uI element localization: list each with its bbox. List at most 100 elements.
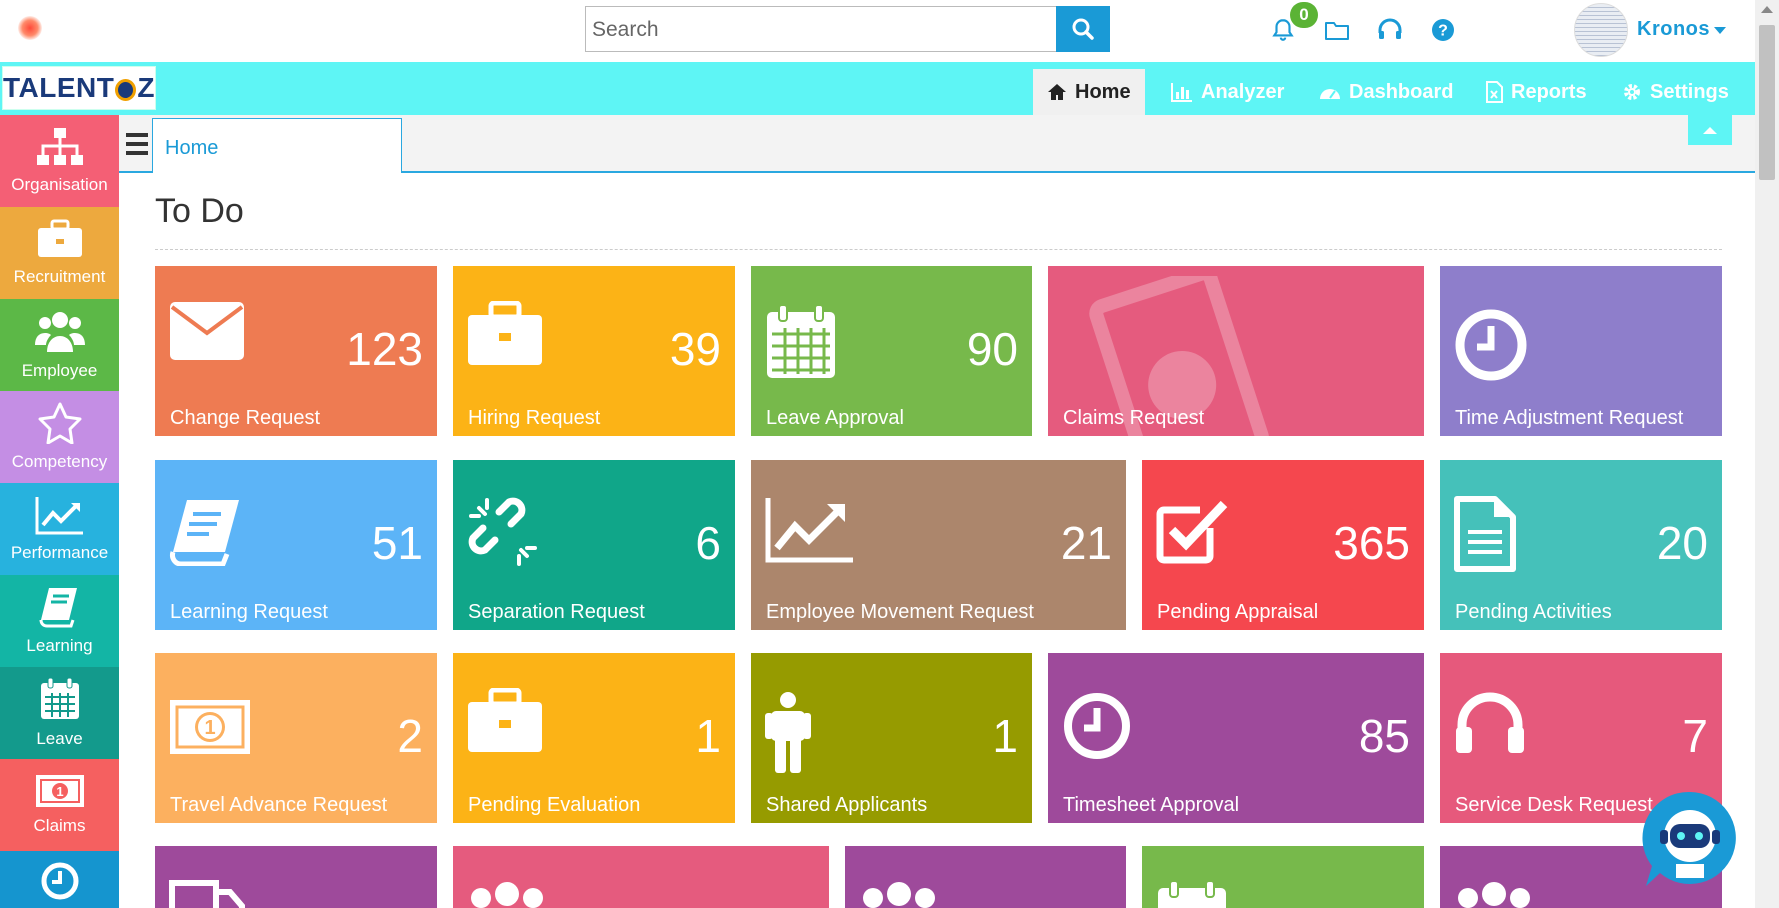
tile-label: Learning Request [170, 601, 328, 623]
nav-reports[interactable]: Reports [1471, 69, 1601, 115]
bar-chart-icon [1171, 83, 1192, 102]
nav-home-label: Home [1075, 80, 1131, 103]
clock-icon [41, 862, 78, 900]
tile-employee-movement-request[interactable]: 21 Employee Movement Request [751, 460, 1126, 630]
avatar[interactable] [1574, 3, 1628, 57]
tile-pending-appraisal[interactable]: 365 Pending Appraisal [1142, 460, 1424, 630]
scrollbar-thumb[interactable] [1759, 25, 1775, 180]
tile-learning-request[interactable]: 51 Learning Request [155, 460, 437, 630]
home-icon [1048, 84, 1066, 100]
folder-icon [1325, 22, 1349, 40]
nav-analyzer-label: Analyzer [1201, 80, 1285, 103]
chatbot-button[interactable] [1640, 790, 1740, 890]
nav-settings[interactable]: Settings [1608, 69, 1743, 115]
tile-row4-2[interactable] [453, 846, 829, 908]
truck-icon [169, 880, 245, 908]
svg-text:?: ? [1438, 23, 1448, 40]
calendar-icon [767, 304, 835, 378]
tile-count: 2 [397, 710, 423, 762]
sidebar-item-label: Employee [21, 361, 98, 380]
users-icon [34, 312, 85, 352]
sidebar-item-competency[interactable]: Competency [0, 391, 119, 483]
tile-travel-advance-request[interactable]: 1 2 Travel Advance Request [155, 653, 437, 823]
chevron-down-icon[interactable] [1714, 27, 1726, 34]
tile-count: 51 [371, 517, 423, 569]
sidebar-item-learning[interactable]: Learning [0, 575, 119, 667]
tile-label: Shared Applicants [766, 794, 928, 816]
users-icon [471, 882, 543, 908]
tile-label: Separation Request [468, 601, 645, 623]
tile-time-adjustment-request[interactable]: Time Adjustment Request [1440, 266, 1722, 436]
search-button[interactable] [1056, 6, 1110, 52]
tile-label: Leave Approval [766, 407, 904, 429]
tile-separation-request[interactable]: 6 Separation Request [453, 460, 735, 630]
sidebar-item-claims[interactable]: 1 Claims [0, 759, 119, 851]
sidebar-item-label: Recruitment [13, 267, 106, 286]
tile-row4-4[interactable] [1142, 846, 1424, 908]
chart-line-icon [765, 498, 853, 563]
user-name[interactable]: Kronos [1637, 18, 1710, 41]
nav-dashboard[interactable]: Dashboard [1305, 69, 1467, 115]
org-chart-icon [36, 128, 83, 165]
search-icon [1072, 18, 1094, 40]
tile-label: Pending Appraisal [1157, 601, 1319, 623]
sidebar-item-employee[interactable]: Employee [0, 299, 119, 391]
tile-count: 1 [695, 710, 721, 762]
tile-leave-approval[interactable]: 90 Leave Approval [751, 266, 1032, 436]
tile-label: Hiring Request [468, 407, 601, 429]
tab-home[interactable]: Home [152, 118, 402, 173]
sidebar-item-label: Competency [11, 452, 108, 471]
gear-icon [1624, 84, 1640, 100]
notification-count-badge: 0 [1290, 2, 1318, 28]
sidebar: Organisation Recruitment Employee Compet… [0, 115, 119, 908]
calendar-icon [40, 677, 79, 719]
tile-pending-evaluation[interactable]: 1 Pending Evaluation [453, 653, 735, 823]
sidebar-item-organisation[interactable]: Organisation [0, 115, 119, 207]
tile-claims-request[interactable]: Claims Request [1048, 266, 1424, 436]
money-icon: 1 [35, 775, 84, 807]
sidebar-item-recruitment[interactable]: Recruitment [0, 207, 119, 299]
tile-row4-3[interactable] [845, 846, 1126, 908]
tile-hiring-request[interactable]: 39 Hiring Request [453, 266, 735, 436]
tile-shared-applicants[interactable]: 1 Shared Applicants [751, 653, 1032, 823]
collapse-button[interactable] [1688, 115, 1732, 145]
nav-analyzer[interactable]: Analyzer [1157, 69, 1298, 115]
book-icon [39, 588, 77, 628]
sidebar-item-leave[interactable]: Leave [0, 667, 119, 759]
app-logo-icon[interactable] [18, 16, 42, 40]
sidebar-item-label: Organisation [11, 175, 108, 194]
svg-text:1: 1 [204, 717, 215, 739]
menu-toggle-icon[interactable] [126, 133, 148, 155]
divider [155, 249, 1722, 250]
tile-pending-activities[interactable]: 20 Pending Activities [1440, 460, 1722, 630]
support-button[interactable] [1376, 16, 1404, 44]
sidebar-item-time[interactable] [0, 851, 119, 908]
document-icon [1454, 496, 1516, 572]
tile-row4-1[interactable] [155, 846, 437, 908]
tile-change-request[interactable]: 123 Change Request [155, 266, 437, 436]
sidebar-item-label: Claims [33, 816, 86, 835]
tile-timesheet-approval[interactable]: 85 Timesheet Approval [1048, 653, 1424, 823]
folder-button[interactable] [1323, 16, 1351, 44]
chevron-up-icon [1703, 126, 1717, 134]
scroll-up-icon[interactable] [1761, 6, 1773, 13]
sidebar-item-label: Leave [36, 729, 83, 748]
envelope-icon [170, 302, 244, 360]
sidebar-item-label: Performance [10, 543, 109, 562]
search-input[interactable] [592, 15, 1032, 45]
nav-home[interactable]: Home [1033, 69, 1145, 115]
briefcase-icon [468, 301, 542, 365]
help-button[interactable]: ? [1429, 16, 1457, 44]
users-icon [1458, 882, 1530, 908]
broken-link-icon [468, 497, 537, 566]
nav-dashboard-label: Dashboard [1349, 80, 1454, 103]
check-square-icon [1156, 500, 1228, 564]
tile-count: 7 [1682, 710, 1708, 762]
page-title: To Do [155, 192, 244, 230]
top-bar: 0 ? Kronos [0, 0, 1755, 62]
tile-label: Employee Movement Request [766, 601, 1034, 623]
search-box [585, 6, 1057, 52]
tile-label: Timesheet Approval [1063, 794, 1240, 816]
sidebar-item-performance[interactable]: Performance [0, 483, 119, 575]
brand-logo[interactable]: TALENT Z [2, 66, 156, 110]
